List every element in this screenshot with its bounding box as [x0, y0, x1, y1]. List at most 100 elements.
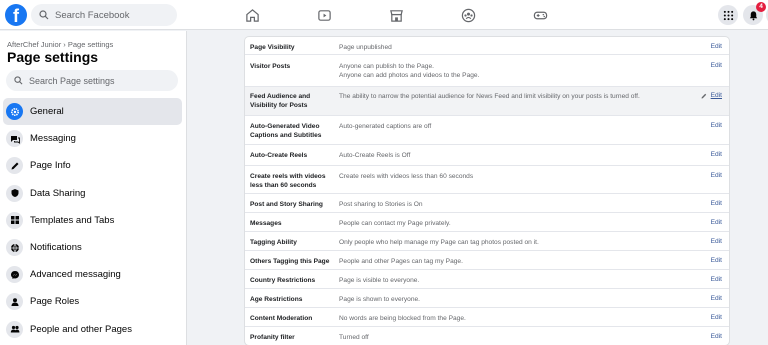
setting-value: Create reels with videos less than 60 se… — [339, 173, 474, 180]
groups-icon — [461, 8, 475, 22]
setting-row-others-tagging[interactable]: Others Tagging this Page People and othe… — [245, 251, 729, 270]
marketplace-icon — [389, 9, 403, 22]
watch-icon — [317, 9, 331, 21]
setting-row-messages[interactable]: Messages People can contact my Page priv… — [245, 213, 729, 232]
setting-value: Turned off — [339, 334, 369, 341]
setting-value: Anyone can publish to the Page. Anyone c… — [337, 62, 729, 86]
settings-search-input[interactable] — [29, 75, 169, 86]
edit-link[interactable]: Edit — [711, 62, 722, 69]
setting-row-post-story-sharing[interactable]: Post and Story Sharing Post sharing to S… — [245, 194, 729, 213]
sidebar-item-messaging[interactable]: Messaging — [3, 125, 182, 152]
gear-icon — [6, 103, 23, 121]
setting-label: Age Restrictions — [250, 296, 303, 303]
setting-row-auto-create-reels[interactable]: Auto-Create Reels Auto-Create Reels is O… — [245, 145, 729, 166]
setting-value: Page is visible to everyone. — [339, 277, 420, 284]
setting-row-profanity-filter[interactable]: Profanity filter Turned off Edit — [245, 327, 729, 345]
sidebar-item-people-and-other-pages[interactable]: People and other Pages — [3, 316, 182, 343]
sidebar-item-label: Page Roles — [30, 296, 80, 308]
setting-label: Messages — [250, 220, 282, 227]
edit-link[interactable]: Edit — [711, 314, 722, 321]
sidebar-item-data-sharing[interactable]: Data Sharing — [3, 180, 182, 207]
setting-row-feed-audience[interactable]: Feed Audience and Visibility for Posts T… — [245, 87, 729, 116]
edit-link[interactable]: Edit — [711, 295, 722, 302]
sidebar-item-label: Notifications — [30, 242, 82, 254]
setting-row-visitor-posts[interactable]: Visitor Posts Anyone can publish to the … — [245, 55, 729, 87]
messenger-icon — [6, 266, 23, 284]
sidebar-item-label: Page Info — [30, 160, 71, 172]
setting-row-create-reels[interactable]: Create reels with videos less than 60 se… — [245, 166, 729, 194]
setting-value: People can contact my Page privately. — [339, 220, 451, 227]
edit-link[interactable]: Edit — [711, 333, 722, 340]
sidebar-item-label: General — [30, 106, 64, 118]
home-tab[interactable] — [232, 0, 272, 30]
edit-link[interactable]: Edit — [711, 200, 722, 207]
setting-row-tagging-ability[interactable]: Tagging Ability Only people who help man… — [245, 232, 729, 251]
edit-link[interactable]: Edit — [711, 238, 722, 245]
setting-label: Visitor Posts — [250, 63, 291, 70]
notifications-button[interactable]: 4 — [743, 2, 766, 25]
setting-row-country-restrictions[interactable]: Country Restrictions Page is visible to … — [245, 270, 729, 289]
sidebar-item-templates-and-tabs[interactable]: Templates and Tabs — [3, 207, 182, 234]
sidebar-item-label: Messaging — [30, 133, 76, 145]
setting-value-line: Anyone can add photos and videos to the … — [339, 72, 480, 79]
setting-label: Auto-Generated Video Captions and Subtit… — [250, 123, 322, 139]
search-icon — [14, 76, 23, 85]
setting-row-age-restrictions[interactable]: Age Restrictions Page is shown to everyo… — [245, 289, 729, 308]
gaming-tab[interactable] — [520, 0, 560, 30]
globe-icon — [6, 239, 23, 257]
pencil-icon[interactable] — [701, 93, 707, 99]
setting-label: Post and Story Sharing — [250, 201, 323, 208]
search-icon — [39, 10, 49, 20]
setting-value: Post sharing to Stories is On — [339, 201, 423, 208]
setting-row-auto-captions[interactable]: Auto-Generated Video Captions and Subtit… — [245, 116, 729, 145]
setting-value: Auto-Create Reels is Off — [339, 152, 411, 159]
setting-label: Profanity filter — [250, 334, 295, 341]
edit-link[interactable]: Edit — [711, 92, 722, 99]
sidebar-item-page-info[interactable]: Page Info — [3, 152, 182, 179]
sidebar-item-advanced-messaging[interactable]: Advanced messaging — [3, 261, 182, 288]
sidebar-item-general[interactable]: General — [3, 98, 182, 126]
grid-icon — [6, 211, 23, 229]
setting-label: Auto-Create Reels — [250, 152, 308, 159]
facebook-search-input[interactable] — [55, 9, 165, 21]
setting-label: Others Tagging this Page — [250, 258, 330, 265]
edit-link[interactable]: Edit — [711, 276, 722, 283]
groups-tab[interactable] — [448, 0, 488, 30]
setting-value: People and other Pages can tag my Page. — [339, 258, 463, 265]
setting-row-page-visibility[interactable]: Page Visibility Page unpublished Edit — [245, 37, 729, 55]
sidebar-item-notifications[interactable]: Notifications — [3, 234, 182, 261]
edit-link[interactable]: Edit — [711, 257, 722, 264]
sidebar-item-page-roles[interactable]: Page Roles — [3, 288, 182, 315]
breadcrumb[interactable]: AfterChef Junior › Page settings — [7, 40, 113, 49]
setting-value-line: Anyone can publish to the Page. — [339, 63, 434, 70]
setting-value: Page is shown to everyone. — [339, 296, 421, 303]
notification-count-badge: 4 — [756, 2, 766, 12]
sidebar-item-label: Advanced messaging — [30, 269, 121, 281]
facebook-search[interactable] — [31, 4, 177, 26]
watch-tab[interactable] — [304, 0, 344, 30]
facebook-logo[interactable]: f — [5, 4, 27, 26]
menu-button[interactable] — [718, 5, 738, 25]
page-title: Page settings — [7, 49, 99, 65]
setting-value: The ability to narrow the potential audi… — [339, 93, 640, 100]
setting-label: Content Moderation — [250, 315, 313, 322]
people-icon — [6, 320, 23, 338]
setting-label: Tagging Ability — [250, 239, 297, 246]
pencil-icon — [6, 157, 23, 175]
edit-link[interactable]: Edit — [711, 122, 722, 129]
bell-icon — [749, 10, 757, 20]
edit-link[interactable]: Edit — [711, 219, 722, 226]
general-settings-panel: Page Visibility Page unpublished Edit Vi… — [245, 37, 729, 345]
edit-link[interactable]: Edit — [711, 151, 722, 158]
setting-label: Create reels with videos less than 60 se… — [250, 173, 326, 189]
sidebar-item-label: Templates and Tabs — [30, 214, 115, 226]
setting-row-content-moderation[interactable]: Content Moderation No words are being bl… — [245, 308, 729, 327]
grid-menu-icon — [723, 10, 733, 20]
edit-link[interactable]: Edit — [711, 172, 722, 179]
settings-menu: General Messaging Page Info Data Sharing… — [3, 98, 182, 343]
top-navigation-bar: f 4 — [0, 0, 768, 30]
marketplace-tab[interactable] — [376, 0, 416, 30]
settings-search[interactable] — [6, 70, 178, 91]
edit-link[interactable]: Edit — [711, 43, 722, 50]
setting-value: Only people who help manage my Page can … — [339, 239, 539, 246]
